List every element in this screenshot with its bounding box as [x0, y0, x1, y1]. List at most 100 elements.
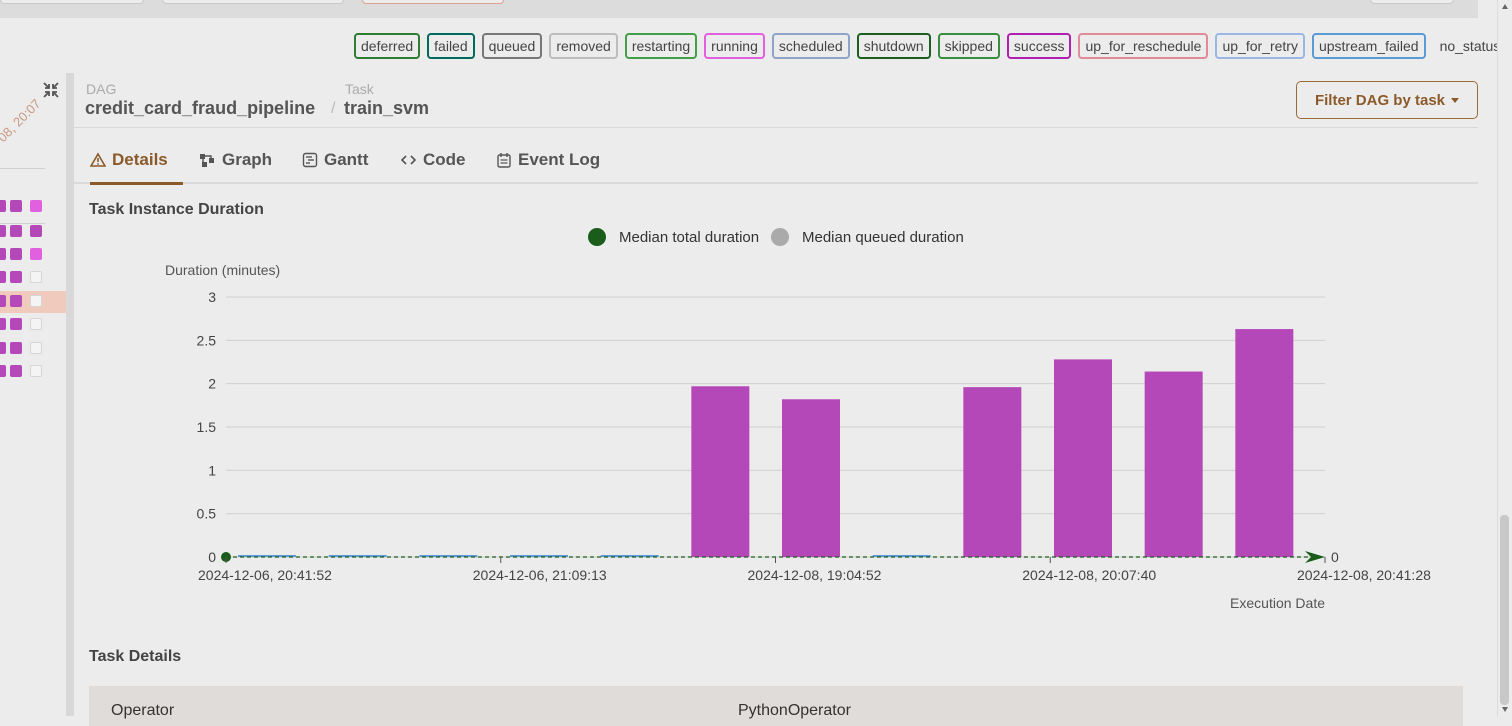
duration-bar[interactable] — [691, 386, 750, 557]
graph-icon — [200, 154, 214, 167]
collapse-icon[interactable] — [42, 81, 60, 99]
gantt-icon — [302, 152, 318, 168]
tab-label: Gantt — [324, 150, 369, 169]
scroll-down-icon[interactable] — [1502, 707, 1508, 712]
status-cell[interactable] — [30, 295, 42, 307]
grid-row[interactable] — [0, 361, 66, 383]
tab-code[interactable]: Code — [400, 138, 466, 182]
duration-chart: Median total duration Median queued durat… — [165, 228, 1431, 611]
chart-section-title: Task Instance Duration — [89, 201, 264, 218]
y-tick-label: 2 — [208, 376, 216, 392]
status-cell[interactable] — [30, 225, 42, 237]
tab-gantt[interactable]: Gantt — [302, 138, 368, 182]
state-badge-removed[interactable]: removed — [549, 33, 618, 59]
status-cell[interactable] — [0, 295, 6, 307]
status-cell[interactable] — [10, 342, 22, 354]
task-details-row: Operator PythonOperator — [89, 686, 1463, 726]
grid-row[interactable] — [0, 267, 66, 289]
status-cell[interactable] — [10, 248, 22, 260]
status-cell[interactable] — [10, 200, 22, 212]
duration-bar[interactable] — [419, 555, 478, 557]
state-badge-shutdown[interactable]: shutdown — [856, 33, 931, 59]
state-badge-success[interactable]: success — [1006, 33, 1072, 59]
duration-bar[interactable] — [1144, 371, 1203, 557]
state-badge-failed[interactable]: failed — [427, 33, 475, 59]
status-cell[interactable] — [30, 248, 42, 260]
duration-bar[interactable] — [510, 555, 568, 557]
toolbar-field-1[interactable] — [0, 0, 144, 4]
status-cell[interactable] — [30, 365, 42, 377]
state-badge-up-for-retry[interactable]: up_for_retry — [1215, 33, 1305, 59]
task-name: train_svm — [344, 98, 430, 118]
toolbar-button-right[interactable] — [1370, 0, 1454, 4]
y-axis-label: Duration (minutes) — [165, 262, 280, 278]
state-badge-upstream-failed[interactable]: upstream_failed — [1311, 33, 1426, 59]
status-cell[interactable] — [0, 318, 6, 330]
grid-row[interactable] — [0, 221, 66, 243]
toolbar-button[interactable] — [362, 0, 504, 4]
status-cell[interactable] — [0, 225, 6, 237]
legend-marker[interactable] — [588, 228, 606, 246]
x-tick-label: 2024-12-08, 20:41:28 — [1297, 567, 1431, 583]
top-toolbar-strip — [0, 0, 1478, 18]
state-badge-queued[interactable]: queued — [481, 33, 543, 59]
grid-row[interactable] — [0, 244, 66, 266]
status-cell[interactable] — [10, 318, 22, 330]
breadcrumb: DAG credit_card_fraud_pipeline / Task tr… — [74, 73, 1478, 128]
state-badge-deferred[interactable]: deferred — [354, 33, 421, 59]
tab-details[interactable]: Details — [90, 138, 183, 185]
duration-bar[interactable] — [1235, 329, 1294, 557]
y-tick-label: 2.5 — [197, 332, 217, 348]
status-cell[interactable] — [30, 318, 42, 330]
duration-bar[interactable] — [238, 555, 296, 557]
task-details-title: Task Details — [89, 648, 182, 665]
legend-marker[interactable] — [771, 228, 789, 246]
status-cell[interactable] — [0, 342, 6, 354]
scrollbar-thumb[interactable] — [1500, 515, 1509, 705]
status-cell[interactable] — [30, 200, 42, 212]
grid-row[interactable] — [0, 338, 66, 360]
status-cell[interactable] — [30, 271, 42, 283]
run-timestamp: 08, 20:07 — [0, 96, 44, 145]
grid-row[interactable] — [0, 196, 66, 218]
duration-bar[interactable] — [782, 399, 840, 557]
state-badge-skipped[interactable]: skipped — [937, 33, 1000, 59]
y-tick-label: 1 — [208, 462, 216, 478]
filter-dag-by-task-button[interactable]: Filter DAG by task — [1296, 81, 1478, 119]
breadcrumb-separator: / — [331, 100, 336, 117]
status-cell[interactable] — [0, 365, 6, 377]
duration-bar[interactable] — [1054, 359, 1112, 557]
x-tick-label: 2024-12-06, 20:41:52 — [198, 567, 332, 583]
status-cell[interactable] — [10, 225, 22, 237]
grid-row[interactable] — [0, 314, 66, 336]
tab-graph[interactable]: Graph — [199, 138, 272, 182]
status-cell[interactable] — [10, 271, 22, 283]
y-tick-label: 0.5 — [197, 506, 217, 522]
toolbar-field-2[interactable] — [162, 0, 344, 4]
status-cell[interactable] — [0, 271, 6, 283]
panel-resize-handle[interactable] — [66, 73, 74, 716]
duration-bar[interactable] — [328, 555, 387, 557]
scroll-up-icon[interactable] — [1502, 4, 1508, 9]
dag-name-link[interactable]: credit_card_fraud_pipeline — [85, 98, 315, 119]
duration-bar[interactable] — [963, 387, 1022, 557]
status-cell[interactable] — [10, 365, 22, 377]
page-scrollbar[interactable] — [1497, 0, 1512, 716]
state-badge-restarting[interactable]: restarting — [624, 33, 698, 59]
tab-event-log[interactable]: Event Log — [496, 138, 600, 182]
status-cell[interactable] — [0, 200, 6, 212]
status-cell[interactable] — [30, 342, 42, 354]
x-tick-label: 2024-12-08, 20:07:40 — [1022, 567, 1156, 583]
legend-label[interactable]: Median queued duration — [802, 229, 964, 246]
status-cell[interactable] — [0, 248, 6, 260]
status-cell[interactable] — [10, 295, 22, 307]
state-badge-running[interactable]: running — [704, 33, 765, 59]
detail-value: PythonOperator — [738, 702, 851, 719]
state-badge-scheduled[interactable]: scheduled — [771, 33, 850, 59]
legend-label[interactable]: Median total duration — [619, 229, 759, 246]
grid-panel: 08, 20:07 — [0, 73, 74, 716]
state-badge-up-for-reschedule[interactable]: up_for_reschedule — [1078, 33, 1209, 59]
tab-label: Event Log — [518, 150, 601, 169]
task-tabs: Details Graph Gantt Code Event Log — [74, 138, 1478, 185]
grid-row[interactable] — [0, 291, 66, 313]
